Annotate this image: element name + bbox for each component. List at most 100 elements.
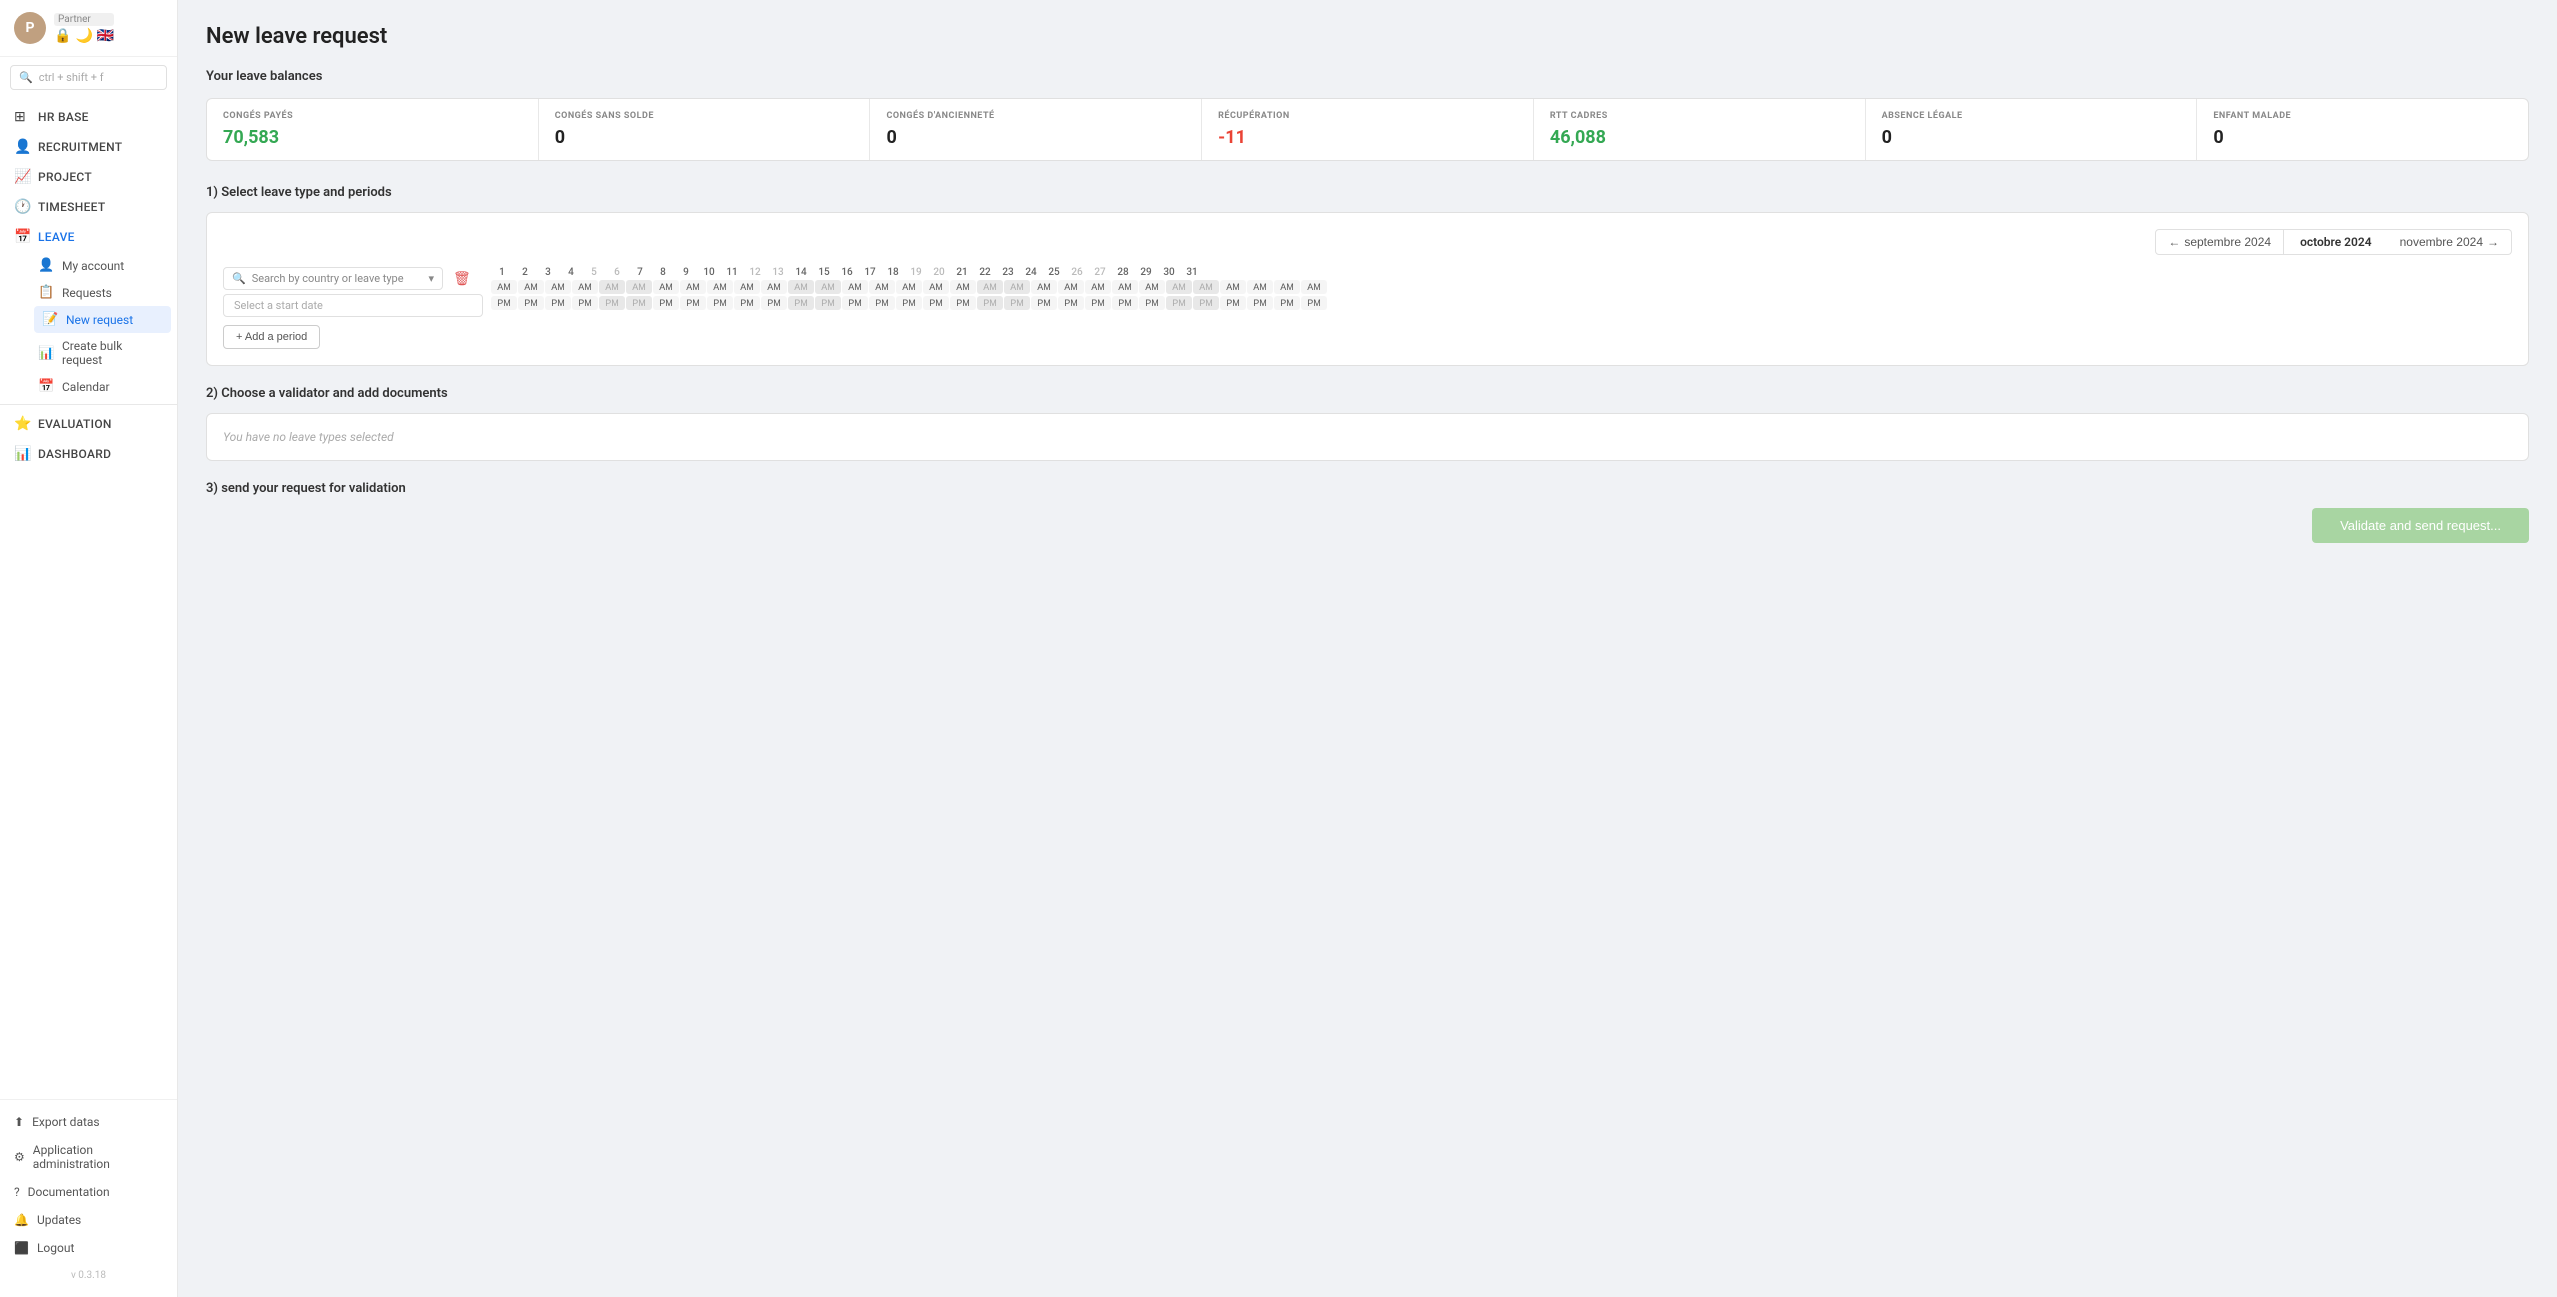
step3-header: 3) send your request for validation	[206, 481, 2529, 496]
admin-label: Application administration	[33, 1143, 163, 1171]
dashboard-icon: 📊	[14, 446, 30, 462]
pm-cell-22[interactable]: PM	[1058, 296, 1084, 310]
am-cell-24[interactable]: AM	[1112, 280, 1138, 294]
am-cell-19: AM	[977, 280, 1003, 294]
pm-cell-12: PM	[788, 296, 814, 310]
am-cell-31[interactable]: AM	[1301, 280, 1327, 294]
am-cell-7[interactable]: AM	[653, 280, 679, 294]
am-cell-3[interactable]: AM	[545, 280, 571, 294]
am-cell-11[interactable]: AM	[761, 280, 787, 294]
balance-anciennete: CONGÉS D'ANCIENNETÉ 0	[870, 99, 1202, 160]
balance-value: 0	[2213, 127, 2512, 148]
partner-badge: Partner	[54, 13, 114, 26]
sidebar-item-export[interactable]: ⬆ Export datas	[0, 1108, 177, 1136]
am-cell-21[interactable]: AM	[1031, 280, 1057, 294]
pm-cell-17[interactable]: PM	[923, 296, 949, 310]
pm-cell-27: PM	[1193, 296, 1219, 310]
sidebar-item-requests[interactable]: 📋 Requests	[28, 279, 177, 306]
pm-cell-9[interactable]: PM	[707, 296, 733, 310]
am-cell-25[interactable]: AM	[1139, 280, 1165, 294]
sidebar-item-dashboard[interactable]: 📊 DASHBOARD	[0, 439, 177, 469]
pm-cell-25[interactable]: PM	[1139, 296, 1165, 310]
sidebar-item-logout[interactable]: ⬛ Logout	[0, 1234, 177, 1262]
prev-month-button[interactable]: ← septembre 2024	[2155, 229, 2284, 255]
start-date-picker[interactable]: Select a start date	[223, 294, 483, 317]
arrow-right-icon: →	[2487, 235, 2499, 249]
add-period-button[interactable]: + Add a period	[223, 325, 320, 349]
next-month-button[interactable]: novembre 2024 →	[2388, 229, 2512, 255]
am-cell-8[interactable]: AM	[680, 280, 706, 294]
arrow-left-icon: ←	[2168, 235, 2180, 249]
pm-cell-4[interactable]: PM	[572, 296, 598, 310]
sidebar-item-app-admin[interactable]: ⚙ Application administration	[0, 1136, 177, 1178]
sidebar-item-calendar[interactable]: 📅 Calendar	[28, 373, 177, 400]
hr-base-icon: ⊞	[14, 109, 30, 125]
am-cell-4[interactable]: AM	[572, 280, 598, 294]
am-cell-28[interactable]: AM	[1220, 280, 1246, 294]
pm-cell-2[interactable]: PM	[518, 296, 544, 310]
sidebar-item-timesheet[interactable]: 🕐 TIMESHEET	[0, 192, 177, 222]
am-cell-22[interactable]: AM	[1058, 280, 1084, 294]
am-cell-16[interactable]: AM	[896, 280, 922, 294]
am-cell-13: AM	[815, 280, 841, 294]
pm-cell-21[interactable]: PM	[1031, 296, 1057, 310]
search-bar[interactable]: 🔍 ctrl + shift + f	[10, 65, 167, 90]
am-cell-1[interactable]: AM	[491, 280, 517, 294]
sidebar-bottom: ⬆ Export datas ⚙ Application administrat…	[0, 1099, 177, 1297]
calendar-row: 🔍 Search by country or leave type ▾ 🗑 Se…	[223, 267, 2512, 317]
pm-cell-23[interactable]: PM	[1085, 296, 1111, 310]
am-cell-18[interactable]: AM	[950, 280, 976, 294]
calendar-grid: 🔍 Search by country or leave type ▾ 🗑 Se…	[223, 267, 2512, 349]
pm-cell-15[interactable]: PM	[869, 296, 895, 310]
am-cell-17[interactable]: AM	[923, 280, 949, 294]
recruitment-icon: 👤	[14, 139, 30, 155]
sidebar-item-label: RECRUITMENT	[38, 140, 122, 154]
am-cell-10[interactable]: AM	[734, 280, 760, 294]
sidebar-item-my-account[interactable]: 👤 My account	[28, 252, 177, 279]
sub-item-label: My account	[62, 259, 124, 273]
pm-cell-16[interactable]: PM	[896, 296, 922, 310]
sidebar-item-documentation[interactable]: ? Documentation	[0, 1178, 177, 1206]
pm-cell-29[interactable]: PM	[1247, 296, 1273, 310]
sidebar-item-project[interactable]: 📈 PROJECT	[0, 162, 177, 192]
am-cell-15[interactable]: AM	[869, 280, 895, 294]
delete-row-button[interactable]: 🗑	[449, 268, 475, 289]
am-cell-14[interactable]: AM	[842, 280, 868, 294]
pm-cell-31[interactable]: PM	[1301, 296, 1327, 310]
sidebar-item-hr-base[interactable]: ⊞ HR BASE	[0, 102, 177, 132]
balance-value: -11	[1218, 127, 1517, 148]
am-cell-23[interactable]: AM	[1085, 280, 1111, 294]
pm-cell-28[interactable]: PM	[1220, 296, 1246, 310]
logout-icon: ⬛	[14, 1241, 29, 1255]
sidebar-item-create-bulk[interactable]: 📊 Create bulk request	[28, 333, 177, 373]
main-content: New leave request Your leave balances CO…	[178, 0, 2557, 1297]
am-cell-2[interactable]: AM	[518, 280, 544, 294]
my-account-icon: 👤	[38, 258, 54, 273]
project-icon: 📈	[14, 169, 30, 185]
sidebar-item-evaluation[interactable]: ⭐ EVALUATION	[0, 409, 177, 439]
balance-label: CONGÉS PAYÉS	[223, 111, 522, 121]
leave-type-dropdown[interactable]: 🔍 Search by country or leave type ▾	[223, 267, 443, 290]
leave-submenu: 👤 My account 📋 Requests 📝 New request 📊 …	[0, 252, 177, 400]
pm-cell-14[interactable]: PM	[842, 296, 868, 310]
sidebar-item-leave[interactable]: 📅 LEAVE	[0, 222, 177, 252]
pm-cell-18[interactable]: PM	[950, 296, 976, 310]
am-cell-30[interactable]: AM	[1274, 280, 1300, 294]
sidebar-item-recruitment[interactable]: 👤 RECRUITMENT	[0, 132, 177, 162]
sidebar-item-label: DASHBOARD	[38, 447, 111, 461]
pm-cell-24[interactable]: PM	[1112, 296, 1138, 310]
pm-cell-11[interactable]: PM	[761, 296, 787, 310]
am-cell-29[interactable]: AM	[1247, 280, 1273, 294]
pm-cell-6: PM	[626, 296, 652, 310]
balances-title: Your leave balances	[206, 69, 2529, 84]
pm-cell-10[interactable]: PM	[734, 296, 760, 310]
sidebar-item-new-request[interactable]: 📝 New request	[34, 306, 171, 333]
pm-cell-3[interactable]: PM	[545, 296, 571, 310]
am-cell-9[interactable]: AM	[707, 280, 733, 294]
pm-cell-1[interactable]: PM	[491, 296, 517, 310]
pm-cell-30[interactable]: PM	[1274, 296, 1300, 310]
pm-cell-7[interactable]: PM	[653, 296, 679, 310]
validate-send-button[interactable]: Validate and send request...	[2312, 508, 2529, 543]
pm-cell-8[interactable]: PM	[680, 296, 706, 310]
sidebar-item-updates[interactable]: 🔔 Updates	[0, 1206, 177, 1234]
